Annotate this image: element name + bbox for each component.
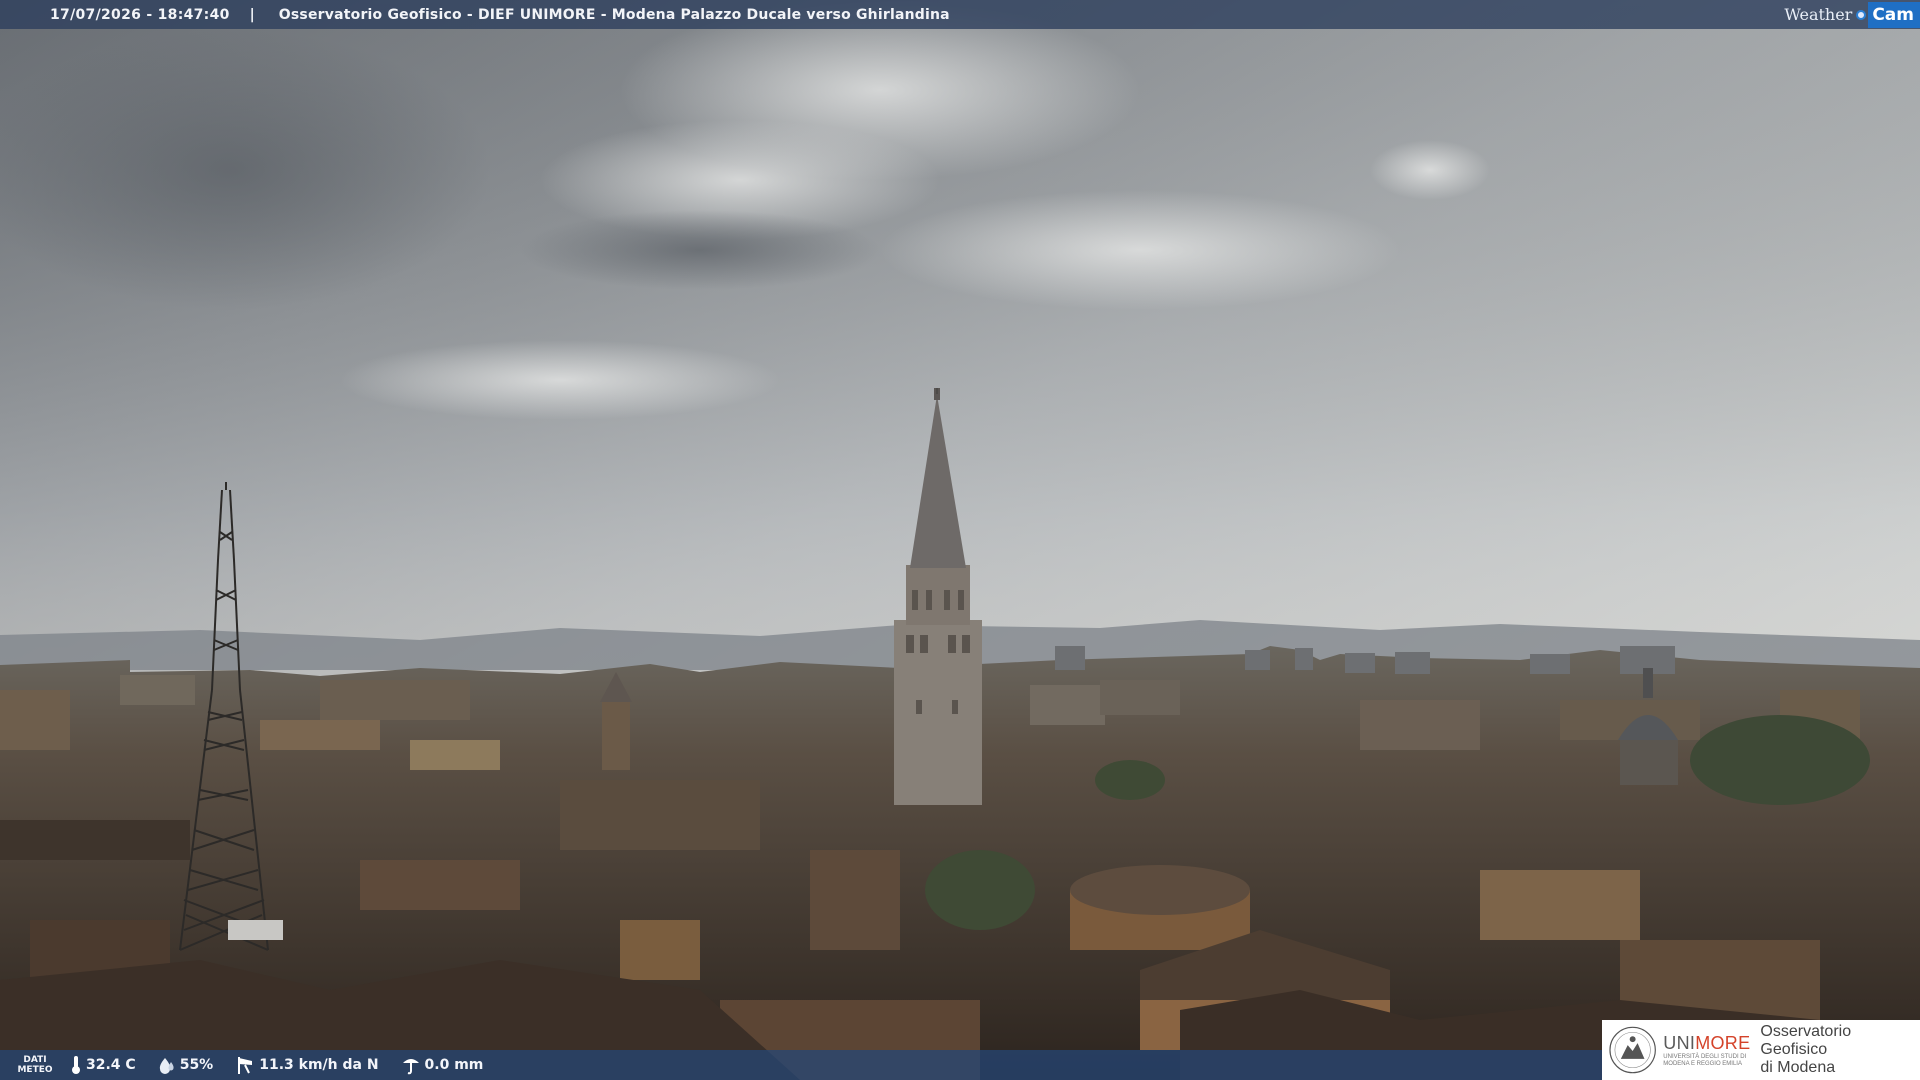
webcam-photo — [0, 0, 1920, 1080]
temperature-value: 32.4 C — [86, 1057, 136, 1073]
header-separator: | — [249, 6, 255, 23]
unimore-subtitle-line2: MODENA E REGGIO EMILIA — [1663, 1060, 1742, 1067]
weathercam-logo-weather: Weather — [1784, 5, 1853, 24]
weathercam-logo: Weather Cam — [1784, 0, 1920, 29]
rain-reading: 0.0 mm — [401, 1055, 484, 1075]
unimore-name-prefix: UNI — [1663, 1032, 1696, 1053]
humidity-reading: 55% — [158, 1056, 214, 1074]
unimore-seal-icon — [1609, 1026, 1656, 1074]
weather-data-label-line2: METEO — [17, 1065, 53, 1075]
unimore-logo-panel: UNIMORE UNIVERSITÀ DEGLI STUDI DI MODENA… — [1602, 1020, 1920, 1080]
observatory-name-line2: di Modena — [1760, 1059, 1836, 1076]
weather-data-label-line1: DATI — [23, 1055, 47, 1065]
observatory-name: Osservatorio Geofisico di Modena — [1760, 1023, 1920, 1077]
unimore-name: UNIMORE — [1663, 1033, 1750, 1054]
camera-header-bar: 17/07/2026 - 18:47:40 | Osservatorio Geo… — [0, 0, 1920, 29]
rain-gauge-icon — [402, 1059, 419, 1075]
unimore-wordmark: UNIMORE UNIVERSITÀ DEGLI STUDI DI MODENA… — [1663, 1033, 1750, 1068]
temperature-reading: 32.4 C — [70, 1055, 136, 1075]
humidity-value: 55% — [179, 1057, 214, 1073]
timestamp: 17/07/2026 - 18:47:40 — [50, 6, 230, 23]
rain-value: 0.0 mm — [424, 1057, 484, 1073]
unimore-name-suffix: MORE — [1695, 1032, 1751, 1053]
observatory-name-line1: Osservatorio Geofisico — [1760, 1023, 1852, 1058]
camera-title: Osservatorio Geofisico - DIEF UNIMORE - … — [278, 6, 950, 23]
wind-sock-icon — [238, 1057, 253, 1074]
lens-icon — [1856, 9, 1867, 20]
weathercam-logo-cam: Cam — [1868, 1, 1920, 28]
unimore-subtitle-line1: UNIVERSITÀ DEGLI STUDI DI — [1663, 1053, 1747, 1060]
humidity-drop-icon — [159, 1058, 174, 1074]
thermometer-icon — [72, 1056, 80, 1074]
weather-data-label: DATI METEO — [0, 1055, 70, 1075]
wind-value: 11.3 km/h da N — [259, 1057, 379, 1073]
wind-reading: 11.3 km/h da N — [235, 1055, 379, 1075]
